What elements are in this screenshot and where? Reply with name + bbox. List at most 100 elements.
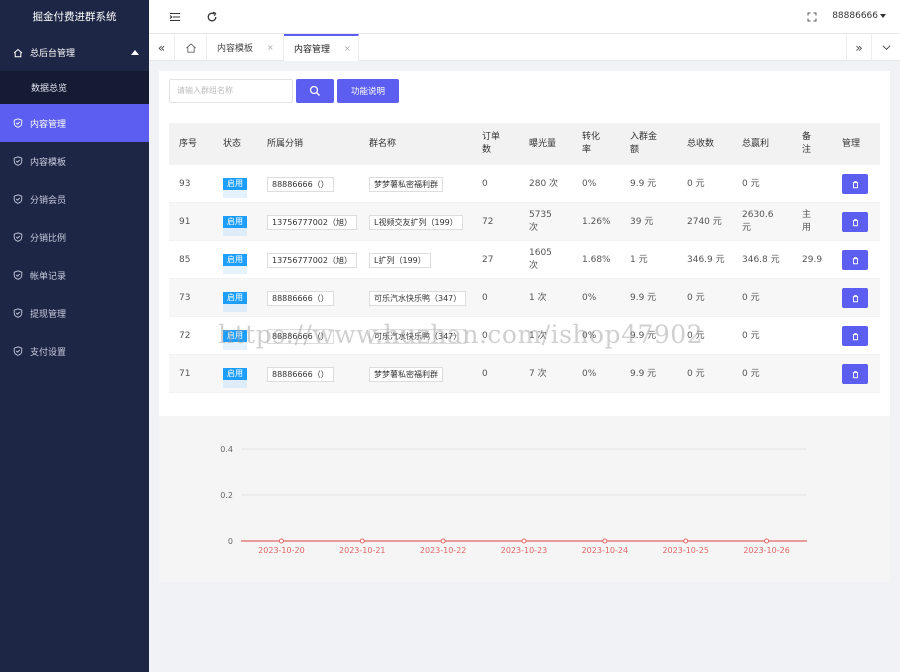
fullscreen-icon[interactable] bbox=[806, 11, 818, 23]
table-row: 93 启用 88886666（） 梦梦薯私密福利群 0 280 次 0% 9.9 元 0 元 0 … bbox=[169, 165, 880, 203]
cell: 7 次 bbox=[529, 368, 547, 379]
tab-label: 内容模板 bbox=[217, 44, 254, 54]
cell: 主用 bbox=[802, 210, 812, 233]
x-tick-label: 2023-10-24 bbox=[582, 546, 629, 555]
cell-status: 启用 bbox=[223, 279, 253, 317]
cell: 0 bbox=[482, 368, 488, 379]
chart-card: 0 0.2 0.4 2023-10-20 2023-10-21 2023-10-22 202… bbox=[159, 416, 890, 582]
sidebar-group-admin[interactable]: 总后台管理 bbox=[0, 34, 149, 71]
table-header: 序号 状态 所属分销 群名称 订单数 曝光量 转化率 入群金额 总收数 总赢利 … bbox=[169, 123, 880, 165]
delete-button[interactable] bbox=[842, 212, 868, 232]
table-row: 73 启用 88886666（） 可乐汽水快乐鸭（347） 0 1 次 0% 9.9 元 0 元… bbox=[169, 279, 880, 317]
close-icon[interactable]: × bbox=[344, 44, 351, 53]
trash-icon bbox=[852, 180, 858, 188]
delete-button[interactable] bbox=[842, 288, 868, 308]
cell: 29.9 bbox=[802, 254, 823, 265]
data-point bbox=[440, 538, 446, 544]
tab-content-manage[interactable]: 内容管理 × bbox=[284, 34, 359, 61]
status-badge[interactable]: 启用 bbox=[223, 368, 247, 388]
tab-dropdown-icon[interactable] bbox=[872, 34, 900, 61]
cell: 1 元 bbox=[630, 254, 648, 265]
home-icon bbox=[13, 48, 23, 58]
sidebar-item-bills[interactable]: 帐单记录 bbox=[0, 256, 149, 294]
cell-box: 88886666（） bbox=[267, 176, 334, 192]
x-tick-label: 2023-10-22 bbox=[420, 546, 467, 555]
sidebar-item-payment[interactable]: 支付设置 bbox=[0, 332, 149, 370]
cell: 71 bbox=[179, 368, 191, 379]
cell: 可乐汽水快乐鸭（347） bbox=[369, 279, 469, 317]
y-tick-label: 0.2 bbox=[220, 491, 233, 500]
sidebar-item-distributor[interactable]: 分销会员 bbox=[0, 180, 149, 218]
cell-box: L扩列（199） bbox=[369, 252, 431, 268]
cell: 0 元 bbox=[687, 368, 705, 379]
search-button[interactable] bbox=[296, 79, 334, 103]
delete-button[interactable] bbox=[842, 174, 868, 194]
sidebar-item-content-template[interactable]: 内容模板 bbox=[0, 142, 149, 180]
home-tab-icon[interactable] bbox=[175, 34, 207, 61]
sidebar-group-label: 总后台管理 bbox=[30, 49, 76, 59]
sidebar-item-content-manage[interactable]: 内容管理 bbox=[0, 104, 149, 142]
cell-box: 13756777002（旭） bbox=[267, 252, 357, 268]
help-button[interactable]: 功能说明 bbox=[337, 79, 399, 103]
status-badge[interactable]: 启用 bbox=[223, 178, 247, 198]
sidebar-item-label: 内容模板 bbox=[30, 157, 67, 168]
refresh-icon[interactable] bbox=[206, 11, 218, 23]
cell-actions bbox=[842, 279, 872, 317]
cell-box: L视频交友扩列（199） bbox=[369, 214, 463, 230]
col-header: 入群金额 bbox=[630, 132, 658, 155]
delete-button[interactable] bbox=[842, 364, 868, 384]
cell: 1 次 bbox=[529, 292, 547, 303]
trash-icon bbox=[852, 370, 858, 378]
cell: 0 bbox=[482, 178, 488, 189]
cell: 0 元 bbox=[687, 292, 705, 303]
cell: 0% bbox=[582, 368, 597, 379]
search-input[interactable]: 请输入群组名称 bbox=[169, 79, 293, 103]
cell: 280 次 bbox=[529, 178, 559, 189]
top-bar: 88886666 bbox=[149, 0, 900, 34]
col-header: 转化率 bbox=[582, 132, 601, 155]
cell bbox=[802, 165, 816, 203]
sidebar-item-withdraw[interactable]: 提现管理 bbox=[0, 294, 149, 332]
content-card: 请输入群组名称 功能说明 序号 状态 所属分销 群名称 订单数 曝光量 转化率 … bbox=[159, 71, 890, 416]
col-header: 序号 bbox=[179, 138, 198, 149]
cell: 27 bbox=[482, 254, 494, 265]
sidebar-item-label: 帐单记录 bbox=[30, 271, 67, 282]
col-header: 总收数 bbox=[687, 138, 715, 149]
user-menu[interactable]: 88886666 bbox=[832, 11, 886, 21]
shield-icon bbox=[13, 232, 23, 242]
cell-status: 启用 bbox=[223, 241, 253, 279]
tab-scroll-left-icon[interactable]: « bbox=[149, 34, 175, 61]
trash-icon bbox=[852, 218, 858, 226]
delete-button[interactable] bbox=[842, 326, 868, 346]
shield-icon bbox=[13, 270, 23, 280]
cell: 0 元 bbox=[742, 292, 760, 303]
shield-icon bbox=[13, 346, 23, 356]
status-badge[interactable]: 启用 bbox=[223, 216, 247, 236]
cell-actions bbox=[842, 317, 872, 355]
y-tick-label: 0 bbox=[228, 537, 233, 546]
cell: 13756777002（旭） bbox=[267, 241, 357, 279]
data-point bbox=[602, 538, 608, 544]
cell: 346.9 元 bbox=[687, 254, 725, 265]
col-header: 总赢利 bbox=[742, 138, 770, 149]
username: 88886666 bbox=[832, 11, 878, 21]
sidebar-item-label: 提现管理 bbox=[30, 309, 67, 320]
cell: 72 bbox=[179, 330, 191, 341]
group-table: 序号 状态 所属分销 群名称 订单数 曝光量 转化率 入群金额 总收数 总赢利 … bbox=[169, 123, 880, 393]
sidebar-item-ratio[interactable]: 分销比例 bbox=[0, 218, 149, 256]
cell-status: 启用 bbox=[223, 203, 253, 241]
cell-box: 梦梦薯私密福利群 bbox=[369, 176, 443, 192]
status-badge[interactable]: 启用 bbox=[223, 254, 247, 274]
tab-scroll-right-icon[interactable]: » bbox=[846, 34, 872, 61]
menu-collapse-icon[interactable] bbox=[169, 11, 181, 23]
tab-content-template[interactable]: 内容模板 × bbox=[207, 34, 284, 61]
sidebar-subitem-overview[interactable]: 数据总览 bbox=[0, 71, 149, 104]
delete-button[interactable] bbox=[842, 250, 868, 270]
cell: L视频交友扩列（199） bbox=[369, 203, 469, 241]
cell-box: 梦梦薯私密福利群 bbox=[369, 366, 443, 382]
search-icon bbox=[309, 85, 320, 96]
close-icon[interactable]: × bbox=[267, 43, 274, 52]
data-point bbox=[683, 538, 689, 544]
cell bbox=[802, 317, 816, 355]
status-badge[interactable]: 启用 bbox=[223, 292, 247, 312]
